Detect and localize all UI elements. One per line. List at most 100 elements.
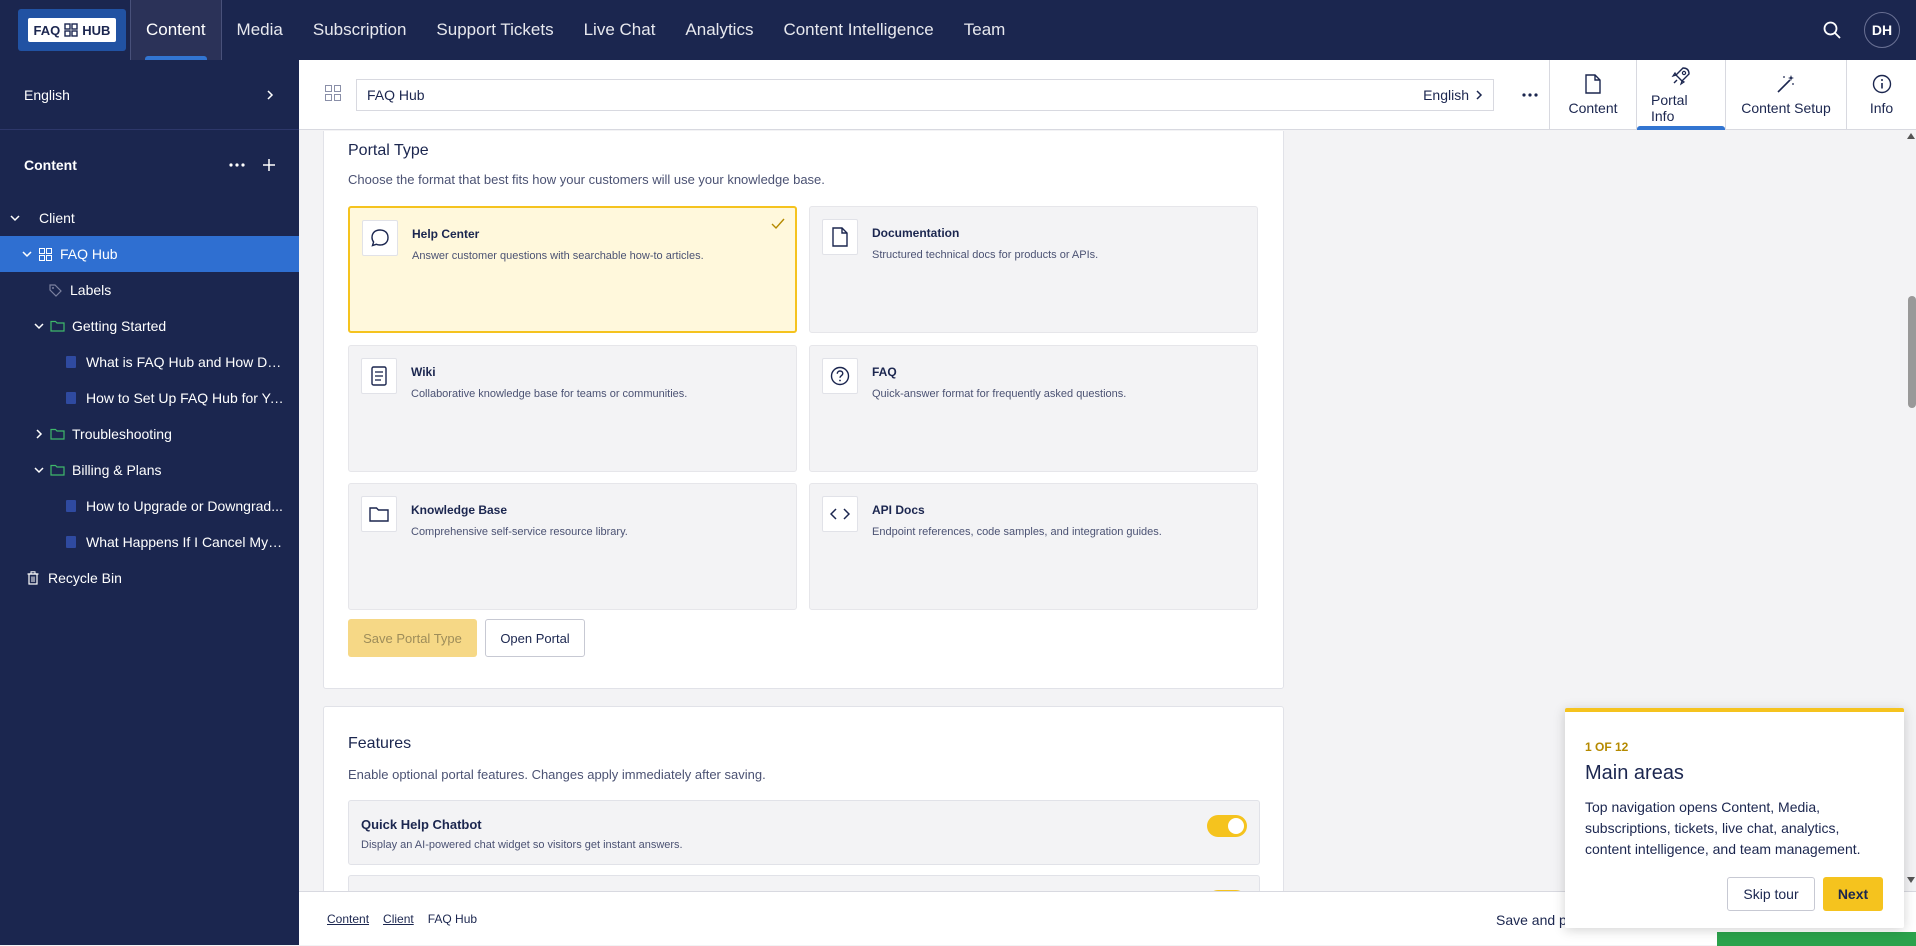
grid-icon <box>36 247 54 261</box>
nav-team[interactable]: Team <box>949 0 1021 60</box>
magic-wand-icon <box>1776 74 1796 94</box>
document-icon <box>62 392 80 404</box>
nav-content-intelligence[interactable]: Content Intelligence <box>768 0 948 60</box>
logo-text-right: HUB <box>82 22 111 38</box>
folder-icon <box>361 496 397 532</box>
portal-option-knowledge-base[interactable]: Knowledge Base Comprehensive self-servic… <box>348 483 797 610</box>
nav-live-chat[interactable]: Live Chat <box>569 0 671 60</box>
search-icon[interactable] <box>1822 20 1842 40</box>
features-card: Features Enable optional portal features… <box>323 706 1284 891</box>
tree-item-getting-started[interactable]: Getting Started <box>0 308 299 344</box>
app-info[interactable]: Info <box>1846 60 1916 130</box>
chat-bubble-icon <box>362 220 398 256</box>
nav-support-tickets[interactable]: Support Tickets <box>421 0 568 60</box>
section-heading: Features <box>348 735 412 752</box>
more-actions-icon[interactable] <box>1516 92 1544 97</box>
nav-analytics[interactable]: Analytics <box>670 0 768 60</box>
language-label: English <box>24 86 70 103</box>
scroll-down-arrow-icon[interactable] <box>1907 877 1915 883</box>
tag-icon <box>46 283 64 297</box>
book-icon <box>361 358 397 394</box>
guided-tour-popover: 1 OF 12 Main areas Top navigation opens … <box>1565 708 1904 928</box>
app-label: Portal Info <box>1651 92 1688 124</box>
breadcrumb-content[interactable]: Content <box>327 912 369 926</box>
document-icon <box>62 500 80 512</box>
tree-item-troubleshooting[interactable]: Troubleshooting <box>0 416 299 452</box>
logo-text-left: FAQ <box>33 22 61 38</box>
tree-item-label: Troubleshooting <box>72 426 172 442</box>
nav-subscription[interactable]: Subscription <box>298 0 422 60</box>
option-description: Structured technical docs for products o… <box>872 249 1099 261</box>
nav-media[interactable]: Media <box>222 0 298 60</box>
editor-header: FAQ Hub English Content Portal Info Cont… <box>299 60 1916 130</box>
portal-type-card: Portal Type Choose the format that best … <box>323 131 1284 689</box>
main-scrollbar[interactable] <box>1906 131 1916 891</box>
document-icon <box>1585 74 1601 94</box>
next-button[interactable]: Next <box>1823 877 1883 911</box>
rocket-icon <box>1671 66 1691 86</box>
app-content[interactable]: Content <box>1549 60 1636 130</box>
open-portal-button[interactable]: Open Portal <box>485 619 585 657</box>
chevron-down-icon[interactable] <box>30 322 48 330</box>
tree-item-billing-plans[interactable]: Billing & Plans <box>0 452 299 488</box>
feature-title: Quick Help Chatbot <box>361 817 482 832</box>
tree-item-article[interactable]: How to Set Up FAQ Hub for Yo... <box>0 380 299 416</box>
publish-button[interactable] <box>1717 932 1916 946</box>
tree-item-client[interactable]: Client <box>0 200 299 236</box>
tree-item-labels[interactable]: Labels <box>0 272 299 308</box>
chevron-down-icon[interactable] <box>18 250 36 258</box>
portal-option-faq[interactable]: FAQ Quick-answer format for frequently a… <box>809 345 1258 472</box>
main-nav: Content Media Subscription Support Ticke… <box>130 0 1020 60</box>
option-title: Wiki <box>411 365 436 379</box>
app-content-setup[interactable]: Content Setup <box>1725 60 1846 130</box>
scroll-up-arrow-icon[interactable] <box>1907 133 1915 139</box>
option-title: Help Center <box>412 227 480 241</box>
tree-item-faq-hub[interactable]: FAQ Hub <box>0 236 299 272</box>
option-description: Endpoint references, code samples, and i… <box>872 526 1162 538</box>
skip-tour-button[interactable]: Skip tour <box>1727 877 1815 911</box>
section-description: Choose the format that best fits how you… <box>348 172 825 187</box>
tree-item-recycle-bin[interactable]: Recycle Bin <box>0 560 299 596</box>
app-label: Content <box>1568 100 1618 116</box>
document-icon <box>62 356 80 368</box>
add-icon[interactable] <box>263 159 275 171</box>
portal-option-documentation[interactable]: Documentation Structured technical docs … <box>809 206 1258 333</box>
document-name: FAQ Hub <box>367 86 425 103</box>
tour-title: Main areas <box>1585 762 1684 784</box>
tree-item-label: What is FAQ Hub and How Do... <box>86 354 285 370</box>
app-portal-info[interactable]: Portal Info <box>1636 60 1725 130</box>
variant-language-selector[interactable]: English <box>1423 87 1483 103</box>
feature-description: Display an AI-powered chat widget so vis… <box>361 839 683 851</box>
grid-icon[interactable] <box>325 85 341 101</box>
tree-item-label: Recycle Bin <box>48 570 122 586</box>
chevron-down-icon[interactable] <box>6 214 24 222</box>
trash-icon <box>24 571 42 585</box>
scrollbar-thumb[interactable] <box>1908 296 1916 408</box>
more-options-icon[interactable] <box>229 163 245 167</box>
content-sidebar: English Content Client FAQ Hub Labels Ge… <box>0 60 299 945</box>
tour-step-counter: 1 OF 12 <box>1585 740 1629 754</box>
document-name-field[interactable]: FAQ Hub English <box>356 78 1494 111</box>
portal-option-api-docs[interactable]: API Docs Endpoint references, code sampl… <box>809 483 1258 610</box>
breadcrumb-client[interactable]: Client <box>383 912 414 926</box>
folder-icon <box>48 320 66 332</box>
language-selector[interactable]: English <box>0 60 299 130</box>
save-and-publish-button[interactable]: Save and p <box>1496 912 1567 928</box>
tree-item-label: Getting Started <box>72 318 167 334</box>
content-tree: Client FAQ Hub Labels Getting Started Wh… <box>0 200 299 596</box>
tree-item-label: Client <box>39 210 75 226</box>
user-avatar[interactable]: DH <box>1864 12 1900 48</box>
faq-hub-logo[interactable]: FAQ HUB <box>18 9 126 51</box>
tree-item-article[interactable]: How to Upgrade or Downgrad... <box>0 488 299 524</box>
tree-item-article[interactable]: What is FAQ Hub and How Do... <box>0 344 299 380</box>
feature-toggle[interactable] <box>1207 815 1247 837</box>
chevron-right-icon[interactable] <box>30 429 48 439</box>
option-description: Collaborative knowledge base for teams o… <box>411 388 688 400</box>
tree-item-article[interactable]: What Happens If I Cancel My F... <box>0 524 299 560</box>
chevron-down-icon[interactable] <box>30 466 48 474</box>
portal-option-help-center[interactable]: Help Center Answer customer questions wi… <box>348 206 797 333</box>
nav-content[interactable]: Content <box>130 0 222 60</box>
save-portal-type-button[interactable]: Save Portal Type <box>348 619 477 657</box>
portal-option-wiki[interactable]: Wiki Collaborative knowledge base for te… <box>348 345 797 472</box>
option-title: FAQ <box>872 365 897 379</box>
